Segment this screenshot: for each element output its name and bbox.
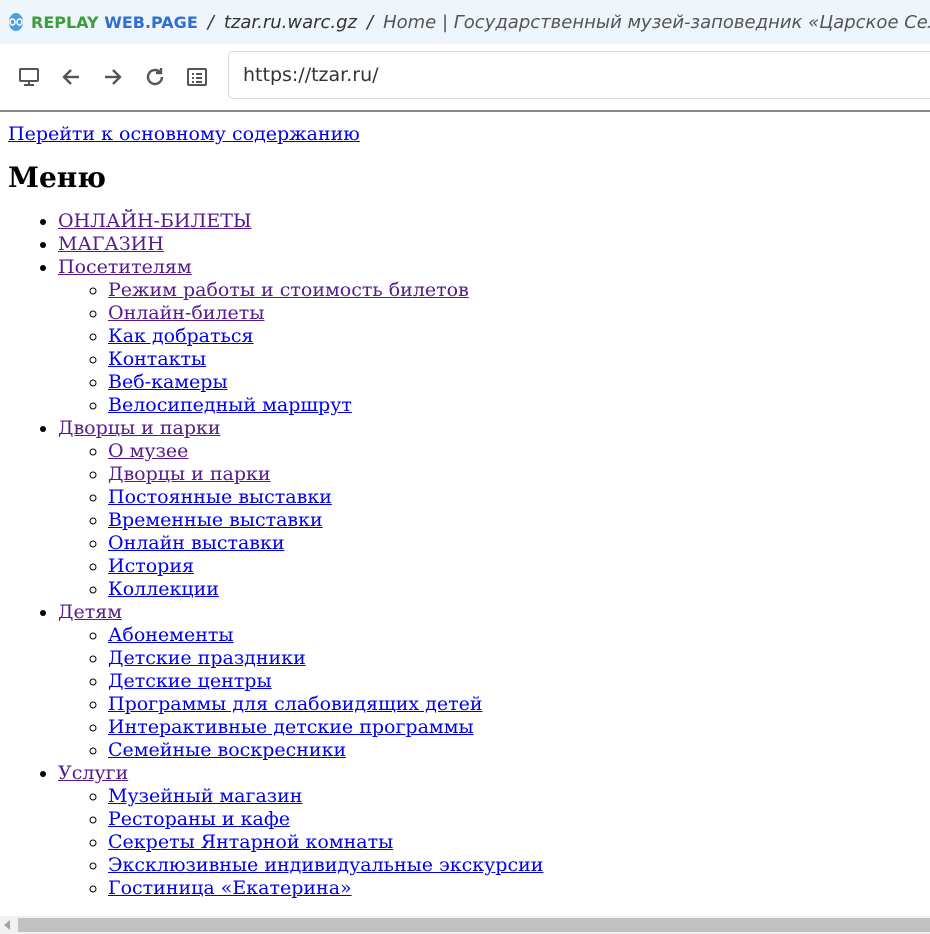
submenu-item: Абонементы [108,624,930,647]
submenu-link[interactable]: Как добраться [108,325,254,347]
breadcrumb-page-title: Home | Государственный музей-заповедник … [383,11,930,33]
menu-link[interactable]: МАГАЗИН [58,233,164,255]
menu-link[interactable]: Дворцы и парки [58,417,221,439]
scroll-left-arrow-icon[interactable] [4,920,10,930]
replaywebpage-logo-icon[interactable] [9,13,23,31]
header-divider [0,110,930,112]
submenu-link[interactable]: Дворцы и парки [108,463,271,485]
brand-webpage: WEB.PAGE [104,12,198,32]
breadcrumb-archive-file[interactable]: tzar.ru.warc.gz [224,12,357,33]
menu-link[interactable]: Услуги [58,762,128,784]
submenu-link[interactable]: Интерактивные детские программы [108,716,474,738]
menu-link[interactable]: ОНЛАЙН-БИЛЕТЫ [58,210,252,232]
submenu-link[interactable]: Детские праздники [108,647,306,669]
submenu-link[interactable]: Абонементы [108,624,234,646]
submenu-link[interactable]: Онлайн выставки [108,532,285,554]
submenu-item: Как добраться [108,325,930,348]
submenu-link[interactable]: Гостиница «Екатерина» [108,877,352,899]
submenu-link[interactable]: О музее [108,440,188,462]
breadcrumb-separator: / [207,11,214,33]
submenu-item: Веб-камеры [108,371,930,394]
submenu-link[interactable]: Онлайн-билеты [108,302,264,324]
url-input[interactable]: https://tzar.ru/ [228,51,930,99]
submenu-link[interactable]: Эксклюзивные индивидуальные экскурсии [108,854,543,876]
menu-link[interactable]: Детям [58,601,122,623]
submenu-item: Секреты Янтарной комнаты [108,831,930,854]
submenu-item: Велосипедный маршрут [108,394,930,417]
submenu-link[interactable]: Временные выставки [108,509,323,531]
submenu-item: Контакты [108,348,930,371]
brand-replay: REPLAY [31,12,105,32]
submenu-item: Рестораны и кафе [108,808,930,831]
forward-arrow-icon[interactable] [99,63,127,91]
menu-link[interactable]: Посетителям [58,256,192,278]
submenu-item: Детские праздники [108,647,930,670]
submenu-item: Постоянные выставки [108,486,930,509]
submenu-link[interactable]: Секреты Янтарной комнаты [108,831,393,853]
submenu-link[interactable]: История [108,555,194,577]
submenu-item: Детские центры [108,670,930,693]
submenu-link[interactable]: Постоянные выставки [108,486,332,508]
submenu-item: Дворцы и парки [108,463,930,486]
menu-heading: Меню [8,161,107,194]
submenu-item: Онлайн выставки [108,532,930,555]
submenu-item: Временные выставки [108,509,930,532]
horizontal-scrollbar[interactable] [0,916,930,934]
submenu-link[interactable]: Рестораны и кафе [108,808,290,830]
submenu-item: О музее [108,440,930,463]
submenu-list: Музейный магазинРестораны и кафеСекреты … [58,785,930,900]
app-brand[interactable]: REPLAY WEB.PAGE [31,13,198,32]
skip-to-content-link[interactable]: Перейти к основному содержанию [8,123,930,146]
submenu-item: История [108,555,930,578]
submenu-item: Коллекции [108,578,930,601]
main-menu-list: ОНЛАЙН-БИЛЕТЫМАГАЗИНПосетителямРежим раб… [8,210,930,900]
submenu-list: Режим работы и стоимость билетовОнлайн-б… [58,279,930,417]
submenu-link[interactable]: Велосипедный маршрут [108,394,352,416]
submenu-item: Семейные воскресники [108,739,930,762]
monitor-icon[interactable] [15,63,43,91]
submenu-item: Гостиница «Екатерина» [108,877,930,900]
menu-item: ПосетителямРежим работы и стоимость биле… [58,256,930,417]
submenu-item: Музейный магазин [108,785,930,808]
submenu-item: Программы для слабовидящих детей [108,693,930,716]
submenu-link[interactable]: Семейные воскресники [108,739,346,761]
submenu-item: Онлайн-билеты [108,302,930,325]
page-list-icon[interactable] [183,63,211,91]
submenu-link[interactable]: Коллекции [108,578,219,600]
submenu-link[interactable]: Программы для слабовидящих детей [108,693,483,715]
submenu-link[interactable]: Детские центры [108,670,272,692]
submenu-list: АбонементыДетские праздникиДетские центр… [58,624,930,762]
submenu-link[interactable]: Контакты [108,348,206,370]
submenu-link[interactable]: Режим работы и стоимость билетов [108,279,469,301]
breadcrumb-separator: / [367,11,374,33]
submenu-link[interactable]: Музейный магазин [108,785,302,807]
submenu-link[interactable]: Веб-камеры [108,371,228,393]
menu-item: УслугиМузейный магазинРестораны и кафеСе… [58,762,930,900]
archived-page-content: Перейти к основному содержанию Меню ОНЛА… [8,120,930,900]
reload-icon[interactable] [141,63,169,91]
menu-item: ОНЛАЙН-БИЛЕТЫ [58,210,930,233]
back-arrow-icon[interactable] [57,63,85,91]
submenu-item: Эксклюзивные индивидуальные экскурсии [108,854,930,877]
replay-header-bar: REPLAY WEB.PAGE / tzar.ru.warc.gz / Home… [0,0,930,44]
submenu-list: О музееДворцы и паркиПостоянные выставки… [58,440,930,601]
scrollbar-thumb[interactable] [18,918,930,932]
menu-item: Дворцы и паркиО музееДворцы и паркиПосто… [58,417,930,601]
submenu-item: Интерактивные детские программы [108,716,930,739]
menu-item: МАГАЗИН [58,233,930,256]
menu-item: ДетямАбонементыДетские праздникиДетские … [58,601,930,762]
submenu-item: Режим работы и стоимость билетов [108,279,930,302]
